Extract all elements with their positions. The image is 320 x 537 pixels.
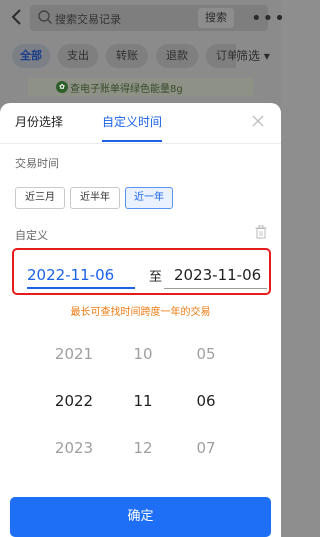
search-placeholder[interactable]: 搜索交易记录 [55,11,121,27]
filter-row: 全部 支出 转账 退款 订单 筛选 ▾ [0,44,281,70]
picker-year-selected[interactable]: 2022 [44,392,104,410]
picker-day-next[interactable]: 07 [176,439,236,457]
banner-text: 查电子账单得绿色能量8g [70,84,183,95]
picker-month-prev[interactable]: 10 [113,345,173,363]
chip-transfer[interactable]: 转账 [106,44,148,68]
picker-day-prev[interactable]: 05 [176,345,236,363]
active-tab-indicator [102,140,162,142]
chip-expense[interactable]: 支出 [58,44,98,68]
date-range-selector: 2022-11-06 至 2023-11-06 [12,248,271,295]
date-picker-sheet: 月份选择 自定义时间 交易时间 近三月 近半年 近一年 自定义 2022-11-… [0,103,281,537]
period-one-year[interactable]: 近一年 [125,187,173,209]
leaf-icon: ✿ [56,81,68,93]
start-date-underline [27,287,135,289]
more-icon[interactable]: ••• [251,8,286,29]
search-bar[interactable]: 搜索交易记录 搜索 [30,5,268,31]
filter-button[interactable]: 筛选 ▾ [236,44,281,70]
confirm-button[interactable]: 确定 [10,497,271,537]
picker-year-prev[interactable]: 2021 [44,345,104,363]
tab-month-select[interactable]: 月份选择 [15,113,63,130]
chip-all[interactable]: 全部 [12,44,50,68]
divider [0,143,281,144]
period-half-year[interactable]: 近半年 [70,187,120,209]
picker-year-next[interactable]: 2023 [44,439,104,457]
back-arrow-icon[interactable] [10,8,24,28]
start-date-field[interactable]: 2022-11-06 [27,266,114,284]
max-range-hint: 最长可查找时间跨度一年的交易 [70,307,211,318]
close-icon[interactable] [251,114,265,128]
picker-day-selected[interactable]: 06 [176,392,236,410]
custom-label: 自定义 [15,229,48,242]
end-date-field[interactable]: 2023-11-06 [174,266,261,284]
tab-custom-time[interactable]: 自定义时间 [102,113,162,130]
picker-month-selected[interactable]: 11 [113,392,173,410]
trade-time-label: 交易时间 [15,157,59,170]
period-three-months[interactable]: 近三月 [15,187,65,209]
picker-month-next[interactable]: 12 [113,439,173,457]
to-label: 至 [149,270,163,285]
search-button[interactable]: 搜索 [198,8,234,28]
trash-icon[interactable] [255,225,267,239]
top-bar: 搜索交易记录 搜索 ••• [0,0,285,36]
end-date-underline [164,288,267,289]
search-icon [38,10,52,24]
chip-refund[interactable]: 退款 [156,44,198,68]
